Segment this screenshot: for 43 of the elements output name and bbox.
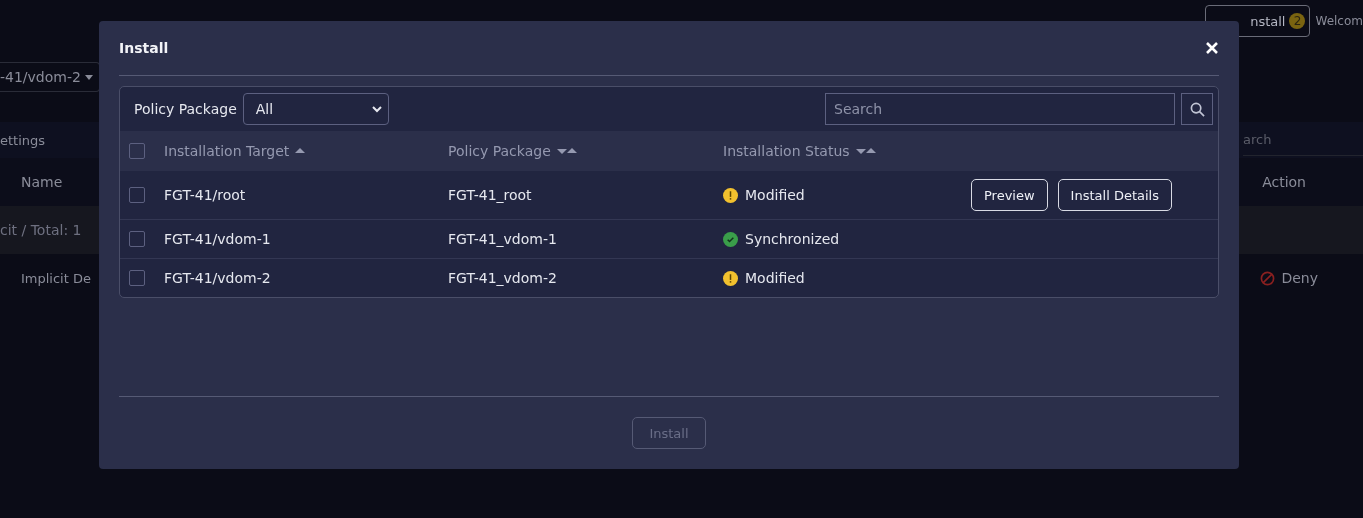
status-label: Synchronized bbox=[745, 231, 840, 247]
column-header: Action bbox=[1262, 174, 1306, 190]
package-cell-text: FGT-41_root bbox=[448, 187, 533, 203]
target-cell-text: FGT-41/vdom-1 bbox=[164, 231, 272, 247]
check-circle-icon bbox=[723, 231, 738, 247]
close-button[interactable] bbox=[1205, 41, 1219, 55]
settings-tab[interactable]: ettings bbox=[0, 132, 46, 148]
target-cell-text: FGT-41/root bbox=[164, 187, 247, 203]
column-header[interactable]: Installation Target bbox=[164, 143, 290, 159]
column-header[interactable]: Installation Status bbox=[723, 143, 850, 159]
column-header[interactable]: Policy Package bbox=[448, 143, 551, 159]
column-header: Name bbox=[21, 174, 63, 190]
status-label: Modified bbox=[745, 270, 805, 286]
package-cell-text: FGT-41_vdom-2 bbox=[448, 270, 558, 286]
policy-package-select[interactable]: All bbox=[242, 93, 389, 125]
target-cell-text: FGT-41/vdom-2 bbox=[164, 270, 272, 286]
warning-icon bbox=[723, 187, 738, 203]
deny-icon bbox=[1260, 270, 1276, 286]
row-checkbox[interactable] bbox=[129, 231, 145, 247]
count-badge: 2 bbox=[1289, 13, 1306, 29]
group-row-label: cit / Total: 1 bbox=[0, 222, 82, 238]
chevron-icon bbox=[371, 105, 382, 113]
warning-icon bbox=[723, 270, 738, 286]
package-cell-text: FGT-41_vdom-1 bbox=[448, 231, 558, 247]
search-button[interactable] bbox=[1181, 93, 1213, 125]
search-field[interactable]: Search bbox=[825, 93, 1175, 125]
select-all-checkbox[interactable] bbox=[129, 143, 145, 159]
policy-name: Implicit De bbox=[21, 270, 91, 286]
details-button[interactable]: Install Details bbox=[1057, 179, 1172, 211]
sort-icon[interactable] bbox=[855, 147, 876, 155]
sort-icon[interactable] bbox=[295, 147, 306, 155]
preview-button[interactable]: Preview bbox=[971, 179, 1048, 211]
welcome-text: Welcom bbox=[1315, 14, 1363, 28]
row-checkbox[interactable] bbox=[129, 270, 145, 286]
action-label: Deny bbox=[1281, 270, 1318, 286]
status-label: Modified bbox=[745, 187, 805, 203]
dialog-title: Install bbox=[119, 40, 169, 56]
search-field[interactable]: arch bbox=[1243, 124, 1363, 156]
row-checkbox[interactable] bbox=[129, 187, 145, 203]
filter-label: Policy Package bbox=[134, 101, 237, 117]
caret-icon bbox=[84, 74, 93, 80]
sort-icon[interactable] bbox=[556, 147, 577, 155]
search-icon bbox=[1189, 101, 1205, 117]
